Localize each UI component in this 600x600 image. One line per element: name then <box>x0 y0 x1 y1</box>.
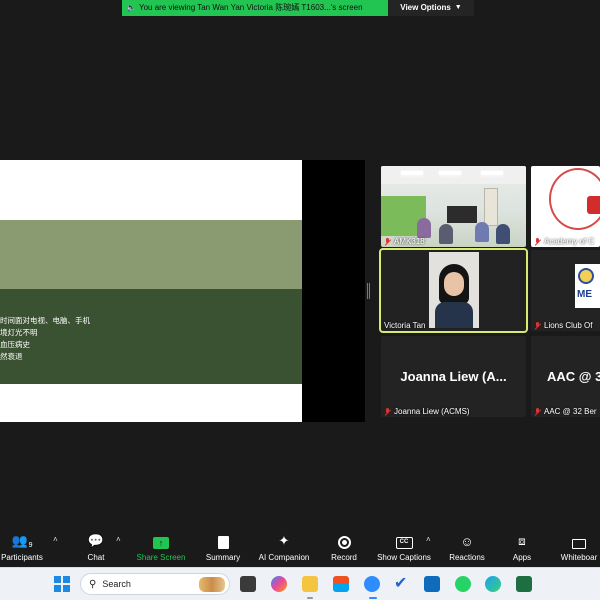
video-tile-aac[interactable]: AAC @ 3 AAC @ 32 Ber <box>531 336 600 417</box>
participant-name: Joanna Liew (ACMS) <box>384 407 470 416</box>
record-icon <box>337 536 351 549</box>
academy-logo-mark <box>587 196 600 214</box>
apps-button[interactable]: ⧈ Apps <box>506 527 538 567</box>
copilot-icon[interactable] <box>271 576 287 592</box>
slide-line: 时间面对电视、电脑、手机 <box>0 316 90 325</box>
mic-muted-icon <box>384 237 391 246</box>
reactions-button[interactable]: ☺ Reactions <box>446 527 488 567</box>
participant-display-name: AAC @ 3 <box>547 369 600 384</box>
video-tile-joanna[interactable]: Joanna Liew (A... Joanna Liew (ACMS) <box>381 336 526 417</box>
slide-text: 时间面对电视、电脑、手机 境灯光不明 血压病史 然衰退 <box>0 315 90 363</box>
resize-handle[interactable] <box>367 283 370 299</box>
participants-icon: 👥 <box>11 533 28 548</box>
search-highlight-image <box>199 577 225 592</box>
whiteboard-icon <box>572 539 586 549</box>
zoom-meeting-window: 🔈 You are viewing Tan Wan Yan Victoria 陈… <box>0 0 600 600</box>
meeting-toolbar: 👥 9 Participants ˄ 💬 Chat ˄ ↑ Share Scre… <box>0 527 600 567</box>
mic-muted-icon <box>534 407 541 416</box>
outlook-icon[interactable] <box>424 576 440 592</box>
video-tile-amk318[interactable]: AMK318 <box>381 166 526 247</box>
video-tile-victoria[interactable]: Victoria Tan <box>379 248 528 333</box>
store-icon[interactable] <box>333 576 349 592</box>
participants-count: 9 <box>28 542 33 549</box>
slide-line: 血压病史 <box>0 340 30 349</box>
whiteboards-button[interactable]: Whiteboar <box>558 527 600 567</box>
chat-caret-icon[interactable]: ˄ <box>116 535 121 544</box>
taskbar-search[interactable]: ⚲ Search <box>80 573 230 595</box>
participant-name: Academy of C <box>534 237 594 246</box>
summary-button[interactable]: Summary <box>201 527 245 567</box>
speaker-icon: 🔈 <box>126 3 136 12</box>
whatsapp-icon[interactable] <box>455 576 471 592</box>
sparkle-icon: ✦ <box>278 533 290 548</box>
participant-name: AMK318 <box>384 237 425 246</box>
summary-icon <box>217 536 229 549</box>
reactions-icon: ☺ <box>460 534 474 549</box>
apps-icon: ⧈ <box>518 534 526 548</box>
lions-club-logo: ME <box>575 264 600 308</box>
todo-icon[interactable]: ✔ <box>394 576 410 592</box>
share-screen-icon: ↑ <box>153 537 169 549</box>
zoom-icon[interactable] <box>364 576 380 592</box>
participant-display-name: Joanna Liew (A... <box>400 369 507 384</box>
excel-icon[interactable] <box>516 576 532 592</box>
participants-caret-icon[interactable]: ˄ <box>53 535 58 544</box>
participants-button[interactable]: 👥 9 Participants <box>0 527 44 567</box>
search-icon: ⚲ <box>89 578 97 590</box>
shared-screen-letterbox <box>302 160 365 422</box>
captions-caret-icon[interactable]: ˄ <box>426 535 431 544</box>
participant-video <box>429 252 479 328</box>
mic-muted-icon <box>534 321 541 330</box>
classroom-video <box>381 166 526 247</box>
video-tile-academy[interactable]: Academy of C <box>531 166 600 247</box>
slide-band-light <box>0 220 302 289</box>
slide-line: 境灯光不明 <box>0 328 38 337</box>
record-button[interactable]: Record <box>327 527 361 567</box>
viewing-banner: 🔈 You are viewing Tan Wan Yan Victoria 陈… <box>122 0 474 16</box>
participant-name: Victoria Tan <box>384 321 426 330</box>
captions-icon: CC <box>395 537 413 549</box>
participant-name: AAC @ 32 Ber <box>534 407 597 416</box>
start-button[interactable] <box>54 576 70 592</box>
viewing-status: 🔈 You are viewing Tan Wan Yan Victoria 陈… <box>122 0 388 16</box>
windows-taskbar: ⚲ Search ✔ <box>0 567 600 600</box>
chat-icon: 💬 <box>87 533 105 548</box>
view-options-label: View Options <box>400 3 451 12</box>
view-options-button[interactable]: View Options ▼ <box>388 0 474 16</box>
file-explorer-icon[interactable] <box>302 576 318 592</box>
task-view-icon[interactable] <box>240 576 256 592</box>
chevron-down-icon: ▼ <box>454 4 462 11</box>
viewing-text: You are viewing Tan Wan Yan Victoria 陈琬嫣… <box>138 3 363 12</box>
share-screen-button[interactable]: ↑ Share Screen <box>133 527 189 567</box>
ai-companion-button[interactable]: ✦ AI Companion <box>255 527 313 567</box>
show-captions-button[interactable]: CC Show Captions <box>374 527 434 567</box>
mic-muted-icon <box>534 237 541 246</box>
chat-button[interactable]: 💬 Chat <box>80 527 112 567</box>
mic-muted-icon <box>384 407 391 416</box>
participant-name: Lions Club Of <box>534 321 592 330</box>
slide-line: 然衰退 <box>0 352 23 361</box>
video-tile-lions[interactable]: ME Lions Club Of <box>531 250 600 331</box>
edge-icon[interactable] <box>485 576 501 592</box>
shared-screen: 时间面对电视、电脑、手机 境灯光不明 血压病史 然衰退 <box>0 160 302 422</box>
search-placeholder: Search <box>102 579 131 589</box>
